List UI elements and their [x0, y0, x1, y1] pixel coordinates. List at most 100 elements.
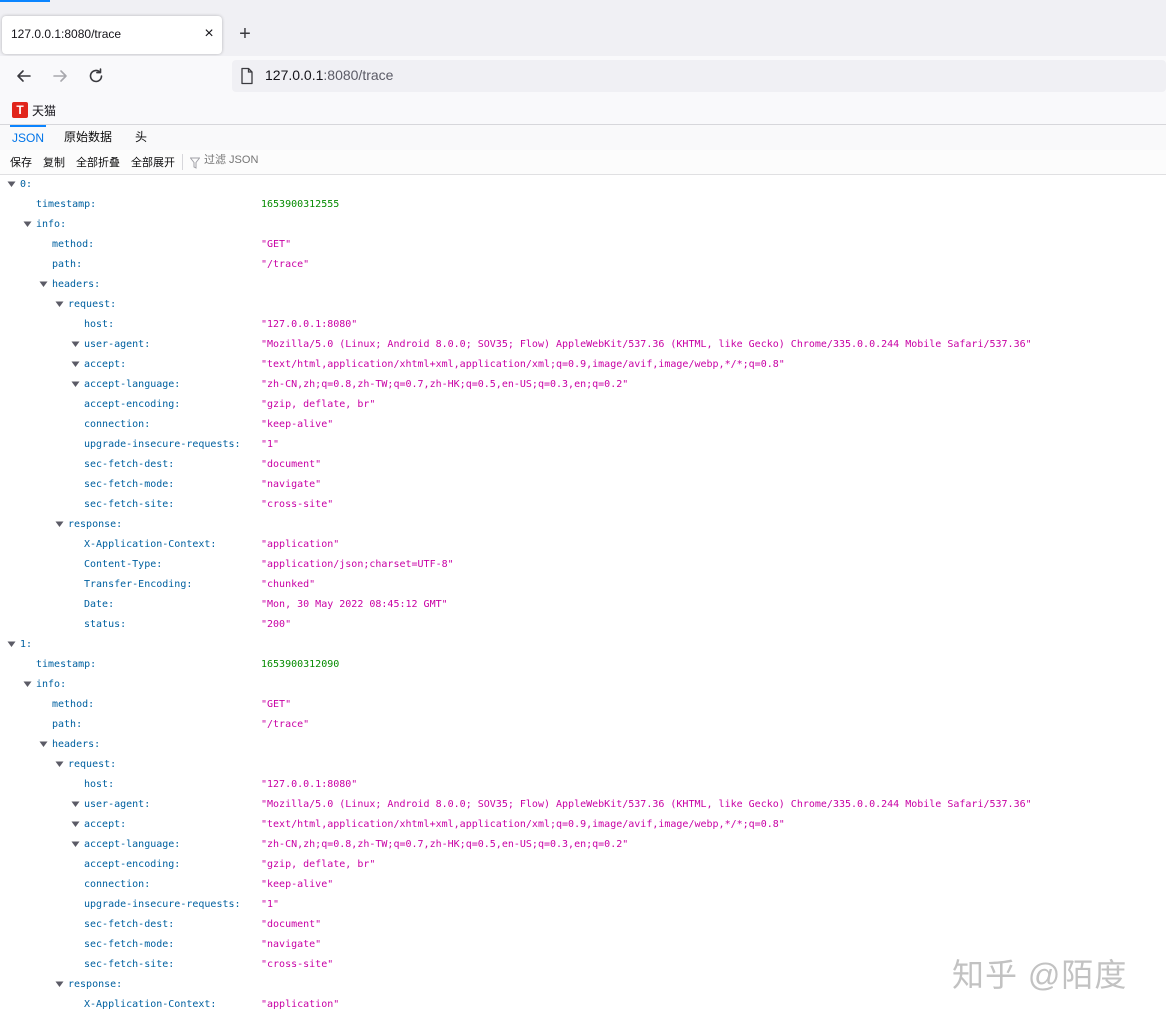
json-row[interactable]: 0:: [0, 175, 1166, 195]
json-row: host:"127.0.0.1:8080": [0, 315, 1166, 335]
tab-raw-data[interactable]: 原始数据: [62, 125, 114, 150]
json-row[interactable]: accept:"text/html,application/xhtml+xml,…: [0, 355, 1166, 375]
json-value: "Mozilla/5.0 (Linux; Android 8.0.0; SOV3…: [261, 795, 1032, 815]
navigation-bar: 127.0.0.1:8080/trace: [0, 56, 1166, 96]
expand-toggle-icon[interactable]: [23, 215, 33, 235]
expand-toggle-icon[interactable]: [71, 795, 81, 815]
json-value: "/trace": [261, 255, 309, 275]
json-value: "/trace": [261, 715, 309, 735]
tmall-logo-icon: T: [12, 102, 28, 118]
json-row: upgrade-insecure-requests:"1": [0, 895, 1166, 915]
json-key: method:: [52, 695, 94, 715]
json-key: path:: [52, 715, 82, 735]
page-icon: [240, 67, 254, 85]
json-row[interactable]: accept-language:"zh-CN,zh;q=0.8,zh-TW;q=…: [0, 375, 1166, 395]
json-row[interactable]: headers:: [0, 275, 1166, 295]
copy-button[interactable]: 复制: [43, 154, 65, 170]
json-row[interactable]: 1:: [0, 635, 1166, 655]
forward-icon[interactable]: [49, 65, 71, 87]
tab-accent-bar: [0, 0, 50, 2]
json-key: upgrade-insecure-requests:: [84, 895, 241, 915]
expand-toggle-icon[interactable]: [23, 675, 33, 695]
json-row[interactable]: user-agent:"Mozilla/5.0 (Linux; Android …: [0, 335, 1166, 355]
expand-toggle-icon[interactable]: [71, 835, 81, 855]
back-icon[interactable]: [13, 65, 35, 87]
expand-toggle-icon[interactable]: [39, 735, 49, 755]
json-row[interactable]: request:: [0, 295, 1166, 315]
json-row[interactable]: accept-language: "zh-CN,zh;q=0.8,zh-TW;q=…: [0, 835, 1166, 855]
json-tree: 0:timestamp:1653900312555info:method:"GE…: [0, 175, 1166, 1018]
json-key: headers:: [52, 275, 100, 295]
json-value: "keep-alive": [261, 415, 333, 435]
expand-toggle-icon[interactable]: [71, 335, 81, 355]
json-row: connection: "keep-alive": [0, 415, 1166, 435]
url-host: 127.0.0.1: [265, 67, 323, 83]
json-key: status:: [84, 615, 126, 635]
json-key: info:: [36, 675, 66, 695]
expand-toggle-icon[interactable]: [55, 755, 65, 775]
expand-all-button[interactable]: 全部展开: [131, 154, 175, 170]
json-value: "GET": [261, 235, 291, 255]
filter-icon: [190, 156, 200, 168]
json-key: accept-language:: [84, 375, 180, 395]
expand-toggle-icon[interactable]: [55, 975, 65, 995]
json-value: 1653900312555: [261, 195, 339, 215]
browser-tab[interactable]: 127.0.0.1:8080/trace ×: [2, 16, 222, 54]
collapse-all-button[interactable]: 全部折叠: [76, 154, 120, 170]
expand-toggle-icon[interactable]: [7, 175, 17, 195]
json-row: accept-encoding:"gzip, deflate, br": [0, 855, 1166, 875]
json-value: 1653900312090: [261, 655, 339, 675]
json-value: "Mozilla/5.0 (Linux; Android 8.0.0; SOV3…: [261, 335, 1032, 355]
reload-icon[interactable]: [85, 65, 107, 87]
url-path: :8080/trace: [323, 67, 393, 83]
json-row[interactable]: headers:: [0, 735, 1166, 755]
json-key: request:: [68, 755, 116, 775]
json-viewer-tabs: JSON 原始数据 头: [0, 124, 1166, 151]
expand-toggle-icon[interactable]: [55, 515, 65, 535]
watermark: 知乎 @陌度: [952, 950, 1127, 996]
expand-toggle-icon[interactable]: [7, 635, 17, 655]
new-tab-icon[interactable]: +: [234, 22, 256, 46]
json-key: connection:: [84, 415, 150, 435]
save-button[interactable]: 保存: [10, 154, 32, 170]
json-value: "document": [261, 915, 321, 935]
json-key: info:: [36, 215, 66, 235]
tab-strip: 127.0.0.1:8080/trace × +: [0, 0, 1166, 56]
json-key: timestamp:: [36, 655, 96, 675]
json-key: sec-fetch-mode:: [84, 475, 174, 495]
json-row: sec-fetch-dest:"document": [0, 915, 1166, 935]
json-row: status:"200": [0, 615, 1166, 635]
json-key: sec-fetch-mode:: [84, 935, 174, 955]
json-value: "application/json;charset=UTF-8": [261, 555, 454, 575]
filter-json-input[interactable]: [204, 154, 364, 166]
json-row[interactable]: info:: [0, 215, 1166, 235]
json-value: "zh-CN,zh;q=0.8,zh-TW;q=0.7,zh-HK;q=0.5,…: [261, 835, 628, 855]
json-key: upgrade-insecure-requests:: [84, 435, 241, 455]
json-row[interactable]: info:: [0, 675, 1166, 695]
expand-toggle-icon[interactable]: [71, 355, 81, 375]
json-row: sec-fetch-site:"cross-site": [0, 495, 1166, 515]
json-value: "keep-alive": [261, 875, 333, 895]
expand-toggle-icon[interactable]: [71, 815, 81, 835]
expand-toggle-icon[interactable]: [71, 375, 81, 395]
json-value: "text/html,application/xhtml+xml,applica…: [261, 355, 785, 375]
json-row[interactable]: response:: [0, 515, 1166, 535]
json-value: "application": [261, 535, 339, 555]
url-text: 127.0.0.1:8080/trace: [265, 67, 393, 83]
url-bar[interactable]: 127.0.0.1:8080/trace: [232, 60, 1166, 92]
expand-toggle-icon[interactable]: [55, 295, 65, 315]
json-key: accept-language:: [84, 835, 180, 855]
json-row[interactable]: user-agent:"Mozilla/5.0 (Linux; Android …: [0, 795, 1166, 815]
close-tab-icon[interactable]: ×: [201, 24, 217, 44]
json-value: "Mon, 30 May 2022 08:45:12 GMT": [261, 595, 448, 615]
json-toolbar: 保存 复制 全部折叠 全部展开: [0, 150, 1166, 175]
json-row[interactable]: accept:"text/html,application/xhtml+xml,…: [0, 815, 1166, 835]
tab-headers[interactable]: 头: [133, 125, 149, 150]
json-key: accept:: [84, 815, 126, 835]
tab-json[interactable]: JSON: [10, 125, 46, 150]
expand-toggle-icon[interactable]: [39, 275, 49, 295]
json-row: path:"/trace": [0, 255, 1166, 275]
json-row[interactable]: request:: [0, 755, 1166, 775]
json-row: method:"GET": [0, 235, 1166, 255]
json-key: host:: [84, 315, 114, 335]
